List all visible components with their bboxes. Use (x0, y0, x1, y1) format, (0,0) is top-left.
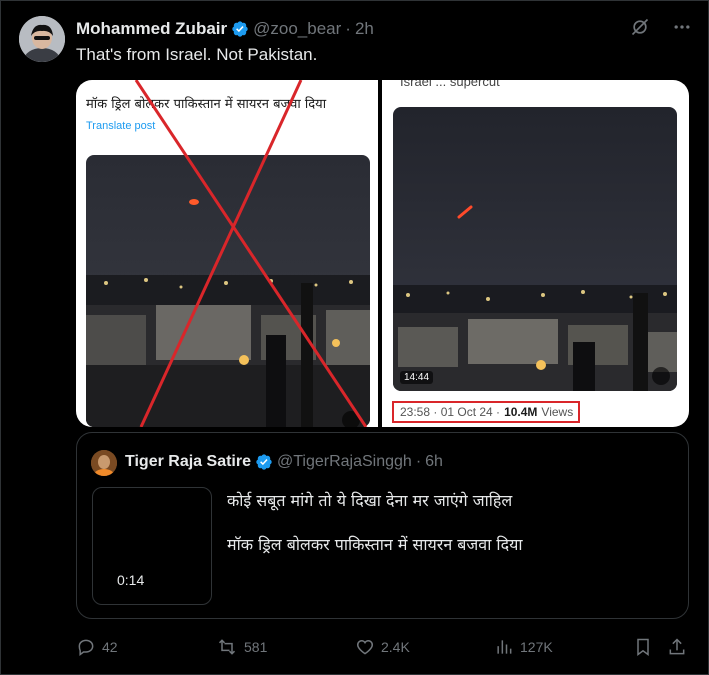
quoted-video-thumbnail[interactable]: 0:14 (92, 487, 212, 605)
left-media-panel[interactable]: मॉक ड्रिल बोलकर पाकिस्तान में सायरन बजवा… (76, 80, 378, 427)
right-media-panel[interactable]: Israel ... supercut 14:44 23:58 · 01 Oct… (382, 80, 689, 427)
separator: · (415, 453, 422, 470)
reply-icon (76, 637, 96, 657)
reply-button[interactable]: 42 (76, 634, 118, 660)
like-icon (355, 637, 375, 657)
video-views-label: Views (541, 405, 574, 419)
like-button[interactable]: 2.4K (355, 634, 410, 660)
quoted-post-time[interactable]: 6h (425, 453, 443, 471)
share-button[interactable] (667, 634, 687, 660)
repost-count: 581 (244, 639, 268, 655)
bookmark-icon (633, 637, 653, 657)
timestamp-highlight: 23:58 · 01 Oct 24 · 10.4M Views (392, 401, 580, 423)
red-cross-annotation (134, 80, 368, 427)
author-name[interactable]: Mohammed Zubair (76, 19, 227, 39)
video-views-count: 10.4M (504, 405, 538, 419)
views-count: 127K (520, 639, 553, 655)
right-caption: Israel ... supercut (400, 80, 500, 89)
quoted-header: Tiger Raja Satire @TigerRajaSinggh · 6h (125, 453, 443, 471)
quoted-author-avatar[interactable] (91, 450, 117, 476)
repost-button[interactable]: 581 (216, 634, 267, 660)
verified-badge-icon (255, 453, 273, 471)
quoted-author-handle[interactable]: @TigerRajaSinggh (277, 453, 412, 471)
repost-icon (216, 637, 238, 657)
reply-count: 42 (102, 639, 118, 655)
quoted-video-duration: 0:14 (117, 572, 145, 588)
post-time[interactable]: 2h (355, 19, 374, 39)
like-count: 2.4K (381, 639, 410, 655)
quoted-post[interactable]: Tiger Raja Satire @TigerRajaSinggh · 6h … (76, 432, 689, 619)
verified-badge-icon (231, 20, 249, 38)
more-icon[interactable] (672, 17, 692, 37)
top-right-icons (630, 17, 692, 37)
author-avatar[interactable] (19, 16, 65, 62)
post-media[interactable]: मॉक ड्रिल बोलकर पाकिस्तान में सायरन बजवा… (76, 80, 689, 427)
views-icon (494, 637, 514, 657)
separator: · (345, 19, 351, 38)
right-volume-icon[interactable] (652, 367, 670, 385)
video-timestamp: 23:58 · 01 Oct 24 · (400, 405, 501, 419)
share-icon (667, 637, 687, 657)
right-video-frame[interactable] (393, 107, 677, 391)
author-handle[interactable]: @zoo_bear (253, 19, 341, 39)
quoted-text-line-1: कोई सबूत मांगे तो ये दिखा देना मर जाएंगे… (227, 491, 513, 510)
quoted-author-name[interactable]: Tiger Raja Satire (125, 453, 251, 471)
views-button[interactable]: 127K (494, 634, 553, 660)
quoted-text-line-2: मॉक ड्रिल बोलकर पाकिस्तान में सायरन बजवा… (227, 535, 523, 554)
post-header: Mohammed Zubair @zoo_bear · 2h (76, 18, 374, 40)
right-video-duration: 14:44 (400, 371, 434, 384)
bookmark-button[interactable] (633, 634, 653, 660)
post-text: That's from Israel. Not Pakistan. (76, 45, 318, 64)
action-bar: 42 581 2.4K 127K (76, 634, 689, 660)
grok-icon[interactable] (630, 17, 650, 37)
